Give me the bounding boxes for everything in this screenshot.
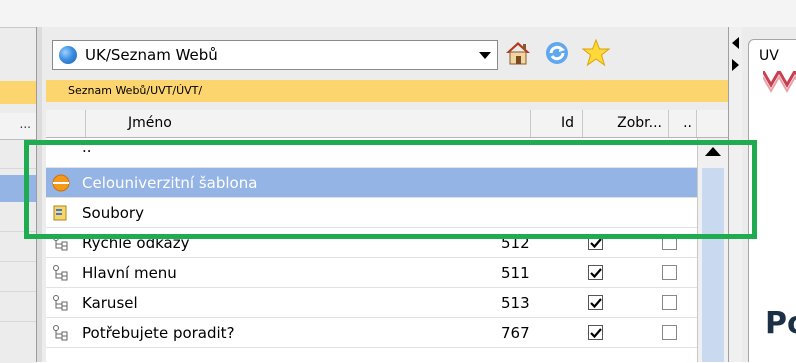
breadcrumb-bar: Seznam Webů/UVT/ÚVT/	[46, 80, 728, 102]
table-row[interactable]: Potřebujete poradit? 767	[46, 318, 697, 348]
site-selector-bar: UK/Seznam Webů	[46, 36, 506, 76]
row-id: 513	[501, 294, 530, 312]
shown-checkbox[interactable]	[588, 295, 603, 310]
preview-title: Po	[765, 306, 796, 341]
left-panel-header: ...	[0, 113, 36, 140]
globe-icon	[59, 46, 77, 64]
divider	[0, 321, 36, 322]
site-select-value: UK/Seznam Webů	[85, 46, 218, 64]
row-id: 511	[501, 264, 530, 282]
table-header: Jméno Id Zobr... ..	[46, 110, 728, 138]
left-panel-header-ellipsis: ...	[19, 117, 31, 131]
column-header-name[interactable]: Jméno	[86, 110, 531, 137]
divider	[0, 291, 36, 292]
row-id: 767	[501, 324, 530, 342]
breadcrumb: Seznam Webů/UVT/ÚVT/	[68, 84, 203, 97]
extra-checkbox[interactable]	[662, 325, 677, 340]
tab-label: UV	[759, 48, 779, 64]
divider	[0, 261, 36, 262]
tree-structure-icon	[52, 264, 72, 282]
table-row[interactable]: Karusel 513	[46, 288, 697, 318]
row-label: Hlavní menu	[82, 264, 177, 282]
column-header-shown[interactable]: Zobr...	[583, 110, 669, 137]
collapse-left-icon[interactable]	[732, 37, 739, 49]
window-top-strip	[0, 0, 796, 27]
extra-checkbox[interactable]	[662, 295, 677, 310]
row-label: Potřebujete poradit?	[82, 324, 235, 342]
refresh-icon[interactable]	[544, 40, 570, 66]
chevron-down-icon[interactable]	[479, 52, 491, 59]
home-icon[interactable]	[505, 40, 531, 66]
left-panel-orange-bar	[0, 81, 36, 104]
extra-checkbox[interactable]	[662, 265, 677, 280]
site-select[interactable]: UK/Seznam Webů	[52, 40, 498, 70]
table-row[interactable]: Hlavní menu 511	[46, 258, 697, 288]
tree-structure-icon	[52, 324, 72, 342]
tree-structure-icon	[52, 294, 72, 312]
star-icon[interactable]	[582, 39, 610, 67]
shown-checkbox[interactable]	[588, 265, 603, 280]
decorative-pattern	[763, 71, 796, 94]
row-label: Karusel	[82, 294, 138, 312]
column-header-select[interactable]	[46, 110, 86, 137]
column-header-more[interactable]: ..	[669, 110, 697, 137]
highlight-box	[24, 140, 757, 239]
expand-right-icon[interactable]	[732, 59, 739, 71]
column-header-id[interactable]: Id	[531, 110, 583, 137]
shown-checkbox[interactable]	[588, 325, 603, 340]
tab-preview[interactable]: UV	[748, 39, 796, 72]
